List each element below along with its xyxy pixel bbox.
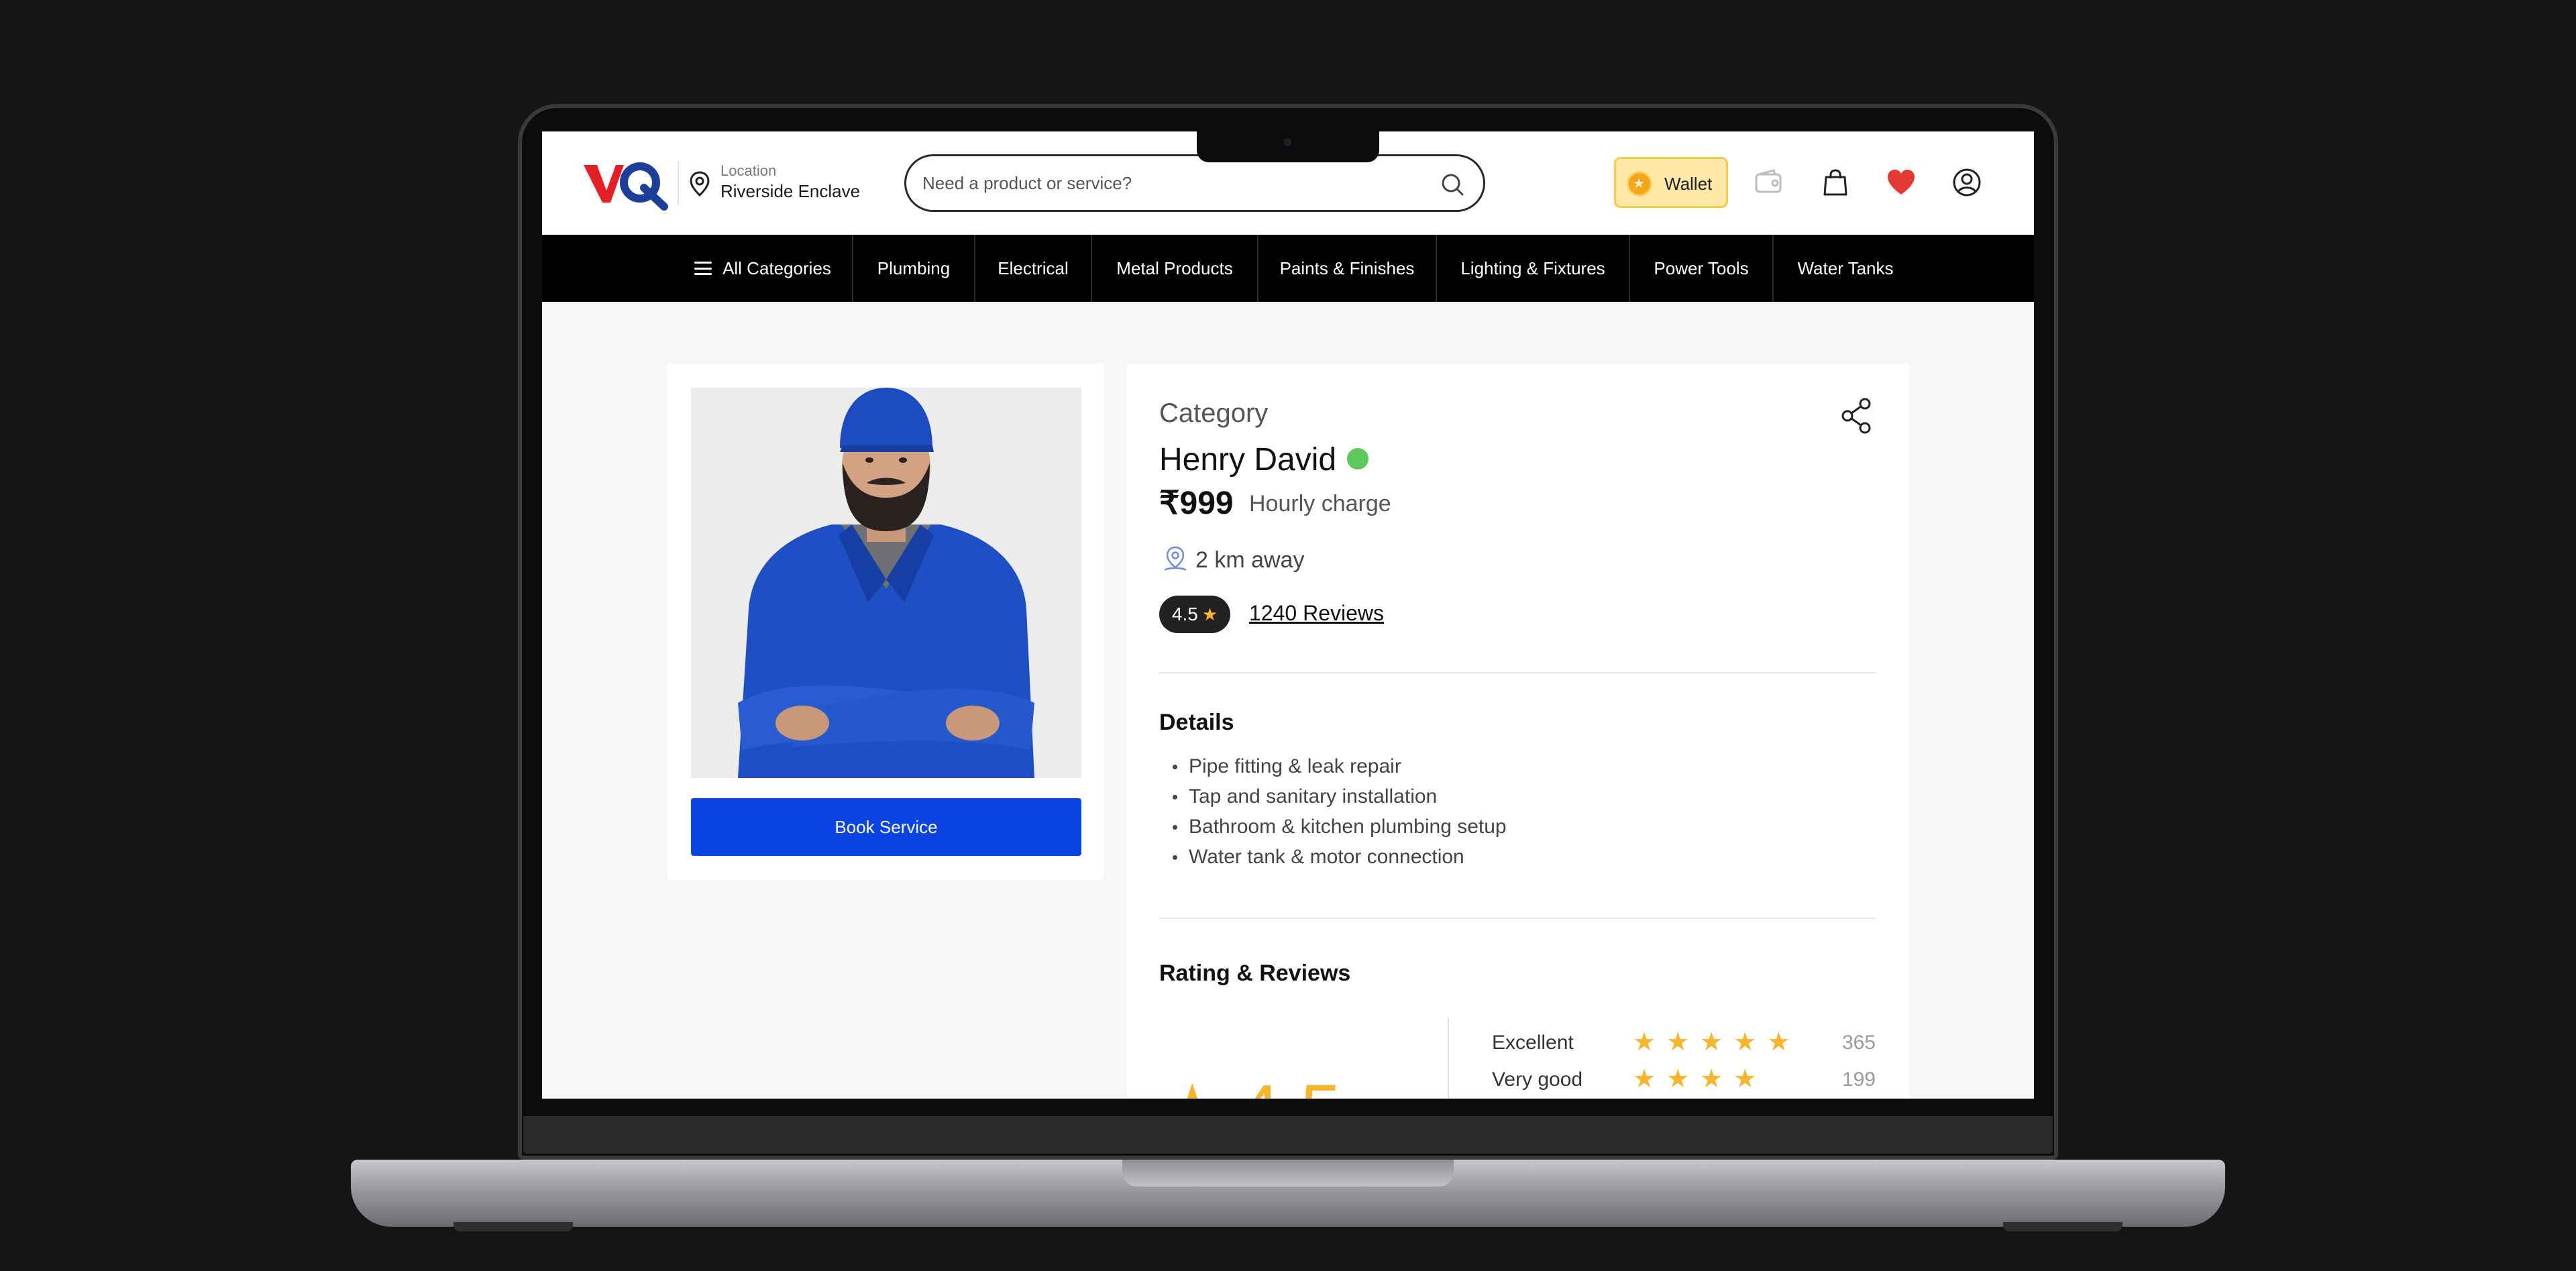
price-unit: Hourly charge [1249, 491, 1391, 516]
wallet-button[interactable]: Wallet [1614, 157, 1728, 208]
detail-item: Water tank & motor connection [1173, 842, 1507, 872]
location-value[interactable]: Riverside Enclave [720, 181, 860, 202]
detail-item: Tap and sanitary installation [1173, 781, 1507, 812]
provider-photo [691, 388, 1081, 778]
all-categories-button[interactable]: All Categories [679, 235, 847, 302]
laptop-foot-left [453, 1222, 573, 1231]
book-service-button[interactable]: Book Service [691, 798, 1081, 856]
rating-divider [1448, 1018, 1449, 1099]
coin-icon [1627, 171, 1652, 197]
rating-row-stars: ★ ★ ★ ★ ★ [1633, 1028, 1790, 1056]
rating-value: 4.5 [1171, 604, 1198, 624]
big-star-icon: ★ [1159, 1068, 1226, 1099]
rating-row-excellent: Excellent ★ ★ ★ ★ ★ 365 [1492, 1029, 1876, 1056]
camera-icon [1283, 138, 1291, 146]
shopping-bag-icon[interactable] [1818, 165, 1853, 200]
category-nav: All Categories Plumbing Electrical Metal… [542, 235, 2034, 302]
rating-row-label: Very good [1492, 1068, 1583, 1091]
star-icon: ★ [1201, 604, 1218, 624]
price-value: ₹999 [1159, 486, 1234, 521]
rating-badge: 4.5 ★ [1159, 596, 1230, 633]
location-label: Location [720, 162, 777, 179]
search-input[interactable] [922, 171, 1419, 195]
section-divider [1159, 918, 1876, 919]
laptop-base-notch [1122, 1160, 1454, 1186]
nav-item-lighting-fixtures[interactable]: Lighting & Fixtures [1437, 235, 1629, 302]
rating-row-label: Excellent [1492, 1032, 1574, 1054]
wallet-label: Wallet [1664, 174, 1713, 194]
rating-row-very-good: Very good ★ ★ ★ ★ 199 [1492, 1066, 1876, 1093]
location-pin-icon[interactable] [688, 170, 711, 197]
rating-row-stars: ★ ★ ★ ★ [1633, 1065, 1757, 1093]
overall-rating-value: 4.5 [1239, 1068, 1342, 1099]
rating-row-count: 365 [1841, 1032, 1876, 1054]
nav-item-metal-products[interactable]: Metal Products [1092, 235, 1257, 302]
search-bar [904, 154, 1485, 212]
nav-item-plumbing[interactable]: Plumbing [853, 235, 974, 302]
detail-item: Bathroom & kitchen plumbing setup [1173, 812, 1507, 842]
provider-name: Henry David [1159, 442, 1337, 478]
menu-icon [694, 262, 712, 275]
location-divider [678, 161, 679, 205]
category-label: Category [1159, 398, 1269, 428]
laptop-screen-chin [523, 1116, 2053, 1154]
laptop-foot-right [2003, 1222, 2123, 1231]
provider-photo-card: Book Service [667, 364, 1104, 880]
rating-reviews-title: Rating & Reviews [1159, 960, 1351, 986]
laptop-base [351, 1160, 2225, 1227]
rating-row-count: 199 [1841, 1068, 1876, 1091]
user-profile-icon[interactable] [1949, 165, 1984, 200]
details-list: Pipe fitting & leak repair Tap and sanit… [1173, 751, 1507, 872]
nav-item-power-tools[interactable]: Power Tools [1630, 235, 1772, 302]
reviews-link[interactable]: 1240 Reviews [1249, 601, 1384, 626]
screen: Location Riverside Enclave Wallet [542, 131, 2034, 1099]
share-icon[interactable] [1838, 396, 1876, 436]
overall-rating: ★ 4.5 [1159, 1068, 1342, 1099]
nav-item-paints-finishes[interactable]: Paints & Finishes [1258, 235, 1436, 302]
heart-icon[interactable] [1884, 165, 1919, 200]
vq-logo[interactable] [582, 157, 669, 211]
online-status-indicator [1347, 448, 1368, 469]
all-categories-label: All Categories [722, 258, 831, 278]
details-title: Details [1159, 710, 1234, 735]
search-icon[interactable] [1439, 171, 1466, 198]
map-pin-icon [1164, 546, 1187, 571]
nav-item-water-tanks[interactable]: Water Tanks [1774, 235, 1917, 302]
section-divider [1159, 672, 1876, 673]
nav-item-electrical[interactable]: Electrical [975, 235, 1091, 302]
provider-details-card: Category Henry David ₹999 Hourly charge … [1127, 364, 1909, 1099]
wallet-outline-icon[interactable] [1751, 165, 1786, 200]
camera-notch [1197, 131, 1379, 162]
distance-text: 2 km away [1195, 547, 1305, 573]
detail-item: Pipe fitting & leak repair [1173, 751, 1507, 781]
